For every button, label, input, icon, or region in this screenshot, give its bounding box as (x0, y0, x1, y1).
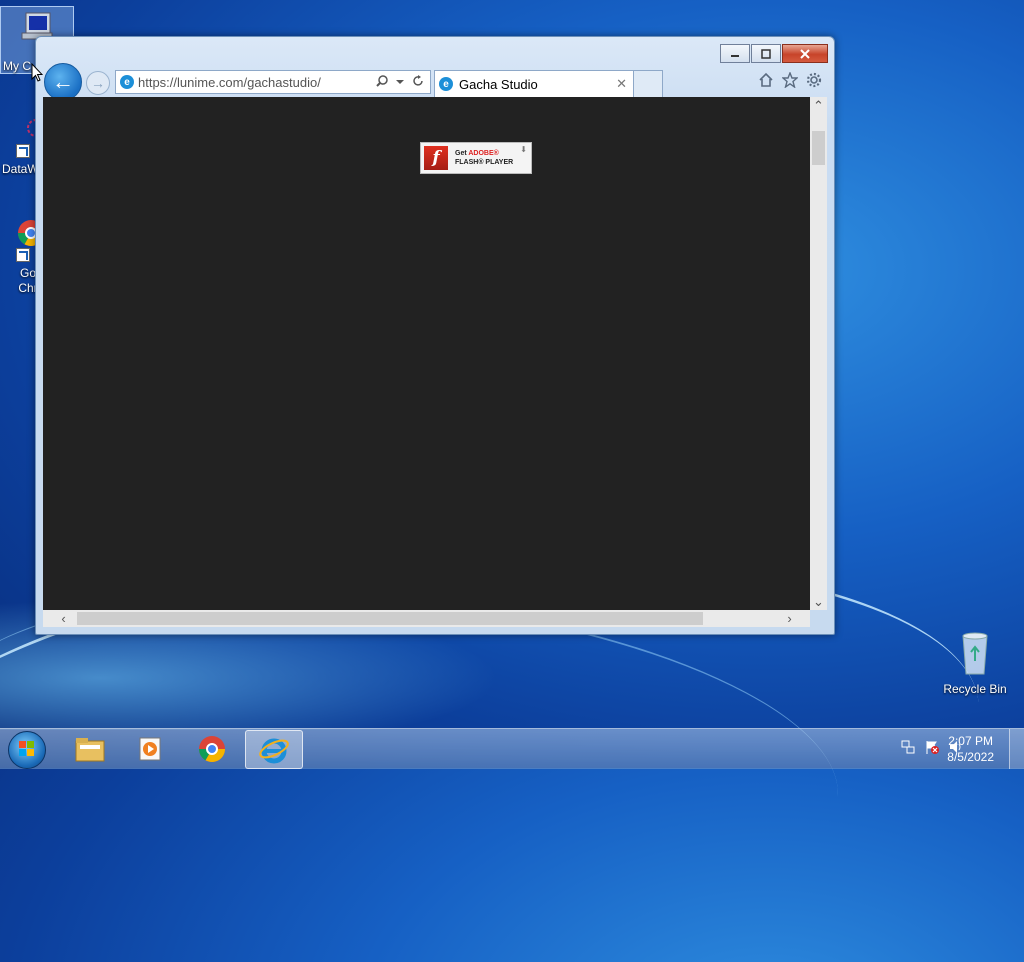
desktop-icon-recycle-bin[interactable]: Recycle Bin (938, 630, 1012, 700)
clock-date: 8/5/2022 (947, 750, 994, 764)
restore-icon (761, 48, 771, 59)
browser-toolbar (758, 71, 822, 93)
scroll-up-arrow[interactable]: ⌃ (810, 97, 827, 114)
vertical-scrollbar[interactable]: ⌃ ⌄ (810, 97, 827, 610)
new-tab-button[interactable] (633, 70, 663, 97)
back-button[interactable]: ← (44, 63, 82, 101)
taskbar-clock[interactable]: 2:07 PM 8/5/2022 (947, 733, 994, 765)
flash-logo-icon: f (424, 146, 448, 170)
horizontal-scroll-thumb[interactable] (77, 612, 703, 625)
close-icon (800, 48, 810, 59)
flash-player-text: FLASH® PLAYER (455, 159, 514, 166)
scroll-left-arrow[interactable]: ‹ (55, 610, 72, 627)
taskbar-media-player[interactable] (122, 730, 178, 767)
minimize-button[interactable] (720, 44, 750, 63)
start-button[interactable] (8, 731, 46, 769)
tab-close-button[interactable]: ✕ (616, 76, 627, 92)
maximize-button[interactable] (751, 44, 781, 63)
window-caption-buttons (719, 44, 828, 63)
recycle-bin-icon (957, 630, 993, 676)
media-player-icon (139, 737, 161, 760)
page-viewport[interactable]: f Get ADOBE® FLASH® PLAYER ⬇ (43, 97, 810, 610)
desktop-icon-label: Recycle Bin (943, 682, 1007, 696)
address-bar[interactable]: e https://lunime.com/gachastudio/ (115, 70, 431, 94)
get-flash-player-badge[interactable]: f Get ADOBE® FLASH® PLAYER ⬇ (420, 142, 532, 174)
network-icon[interactable] (900, 739, 916, 758)
home-icon[interactable] (758, 72, 774, 93)
desktop-icon-label: DataW (2, 162, 39, 176)
vertical-scroll-thumb[interactable] (812, 131, 825, 165)
show-desktop-button[interactable] (1009, 729, 1024, 769)
shortcut-arrow-icon (16, 144, 30, 158)
browser-window[interactable]: ← → e https://lunime.com/gachastudio/ e … (35, 36, 835, 635)
windows-logo-icon (19, 741, 35, 757)
tab-gacha-studio[interactable]: e Gacha Studio ✕ (434, 70, 634, 97)
internet-explorer-icon (259, 738, 289, 763)
refresh-icon[interactable] (412, 74, 424, 90)
scroll-right-arrow[interactable]: › (781, 610, 798, 627)
action-center-flag-icon[interactable] (924, 739, 940, 758)
desktop-icon-label: My C (3, 59, 31, 73)
horizontal-scrollbar[interactable]: ‹ › (43, 610, 810, 627)
close-button[interactable] (782, 44, 828, 63)
favorites-star-icon[interactable] (781, 71, 799, 93)
tab-favicon-icon: e (439, 77, 453, 91)
clock-time: 2:07 PM (948, 734, 993, 748)
taskbar-file-explorer[interactable] (62, 730, 118, 767)
tab-title: Gacha Studio (459, 76, 538, 92)
taskbar-internet-explorer[interactable] (245, 730, 303, 769)
shortcut-arrow-icon (16, 248, 30, 262)
taskbar-chrome[interactable] (184, 730, 240, 767)
back-arrow-icon: ← (52, 69, 74, 94)
taskbar: 2:07 PM 8/5/2022 (0, 728, 1024, 769)
settings-gear-icon[interactable] (806, 72, 822, 93)
download-arrow-icon: ⬇ (520, 145, 527, 154)
chevron-down-icon[interactable] (396, 75, 404, 90)
flash-get-text: Get (455, 150, 467, 157)
site-favicon-icon: e (120, 75, 134, 89)
flash-adobe-text: ADOBE® (468, 150, 499, 157)
search-icon[interactable] (376, 74, 388, 90)
scroll-down-arrow[interactable]: ⌄ (810, 593, 827, 610)
address-url[interactable]: https://lunime.com/gachastudio/ (138, 75, 376, 90)
chrome-icon (198, 735, 226, 762)
forward-arrow-icon: → (91, 75, 105, 91)
forward-button[interactable]: → (86, 71, 110, 95)
folder-icon (75, 737, 105, 761)
flash-badge-text: Get ADOBE® FLASH® PLAYER (455, 149, 513, 167)
minimize-icon (731, 54, 739, 57)
mouse-cursor-icon (31, 62, 44, 87)
